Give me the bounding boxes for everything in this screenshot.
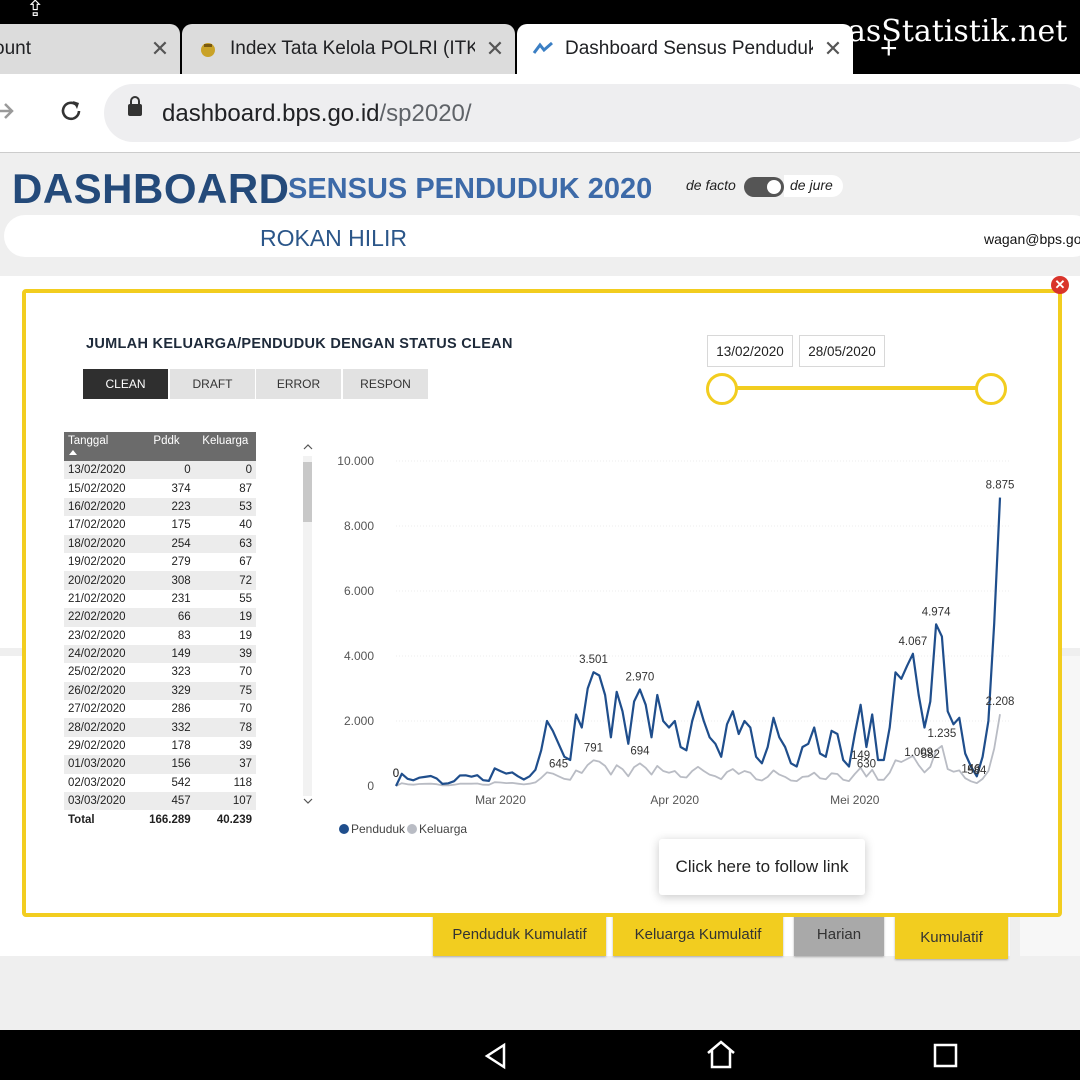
data-label: 2.208 <box>986 696 1015 708</box>
y-tick-label: 2.000 <box>344 714 374 728</box>
data-label: 4.067 <box>898 636 927 648</box>
home-icon[interactable] <box>705 1038 737 1070</box>
x-tick-label: Mei 2020 <box>830 793 880 807</box>
y-tick-label: 4.000 <box>344 649 374 663</box>
data-label: 4.974 <box>922 606 951 618</box>
data-label: 1.235 <box>928 728 957 740</box>
line-chart: 0 2.000 4.000 6.000 8.000 10.000 Mar 2020 Apr 2… <box>337 454 1015 836</box>
legend-marker <box>339 824 349 834</box>
recents-icon[interactable] <box>933 1043 959 1069</box>
data-label: 791 <box>584 742 603 754</box>
y-tick-label: 6.000 <box>344 584 374 598</box>
follow-link-tooltip[interactable]: Click here to follow link <box>659 839 865 895</box>
x-tick-label: Apr 2020 <box>650 793 699 807</box>
data-label: 2.970 <box>626 671 655 683</box>
y-tick-label: 10.000 <box>337 454 374 468</box>
data-label: 8.875 <box>986 480 1015 492</box>
data-label: 694 <box>630 745 650 757</box>
data-label: 0 <box>393 768 399 780</box>
legend-label: Keluarga <box>419 822 467 836</box>
data-label: 645 <box>549 758 568 770</box>
y-tick-label: 8.000 <box>344 519 374 533</box>
y-tick-label: 0 <box>367 779 374 793</box>
data-label: 630 <box>857 759 876 771</box>
legend-label: Penduduk <box>351 822 406 836</box>
x-tick-label: Mar 2020 <box>475 793 526 807</box>
legend-marker <box>407 824 417 834</box>
data-label: 584 <box>967 765 987 777</box>
data-label: 3.501 <box>579 654 608 666</box>
android-nav-bar <box>0 1030 1080 1080</box>
data-label: 582 <box>921 749 940 761</box>
back-icon[interactable] <box>482 1042 510 1070</box>
